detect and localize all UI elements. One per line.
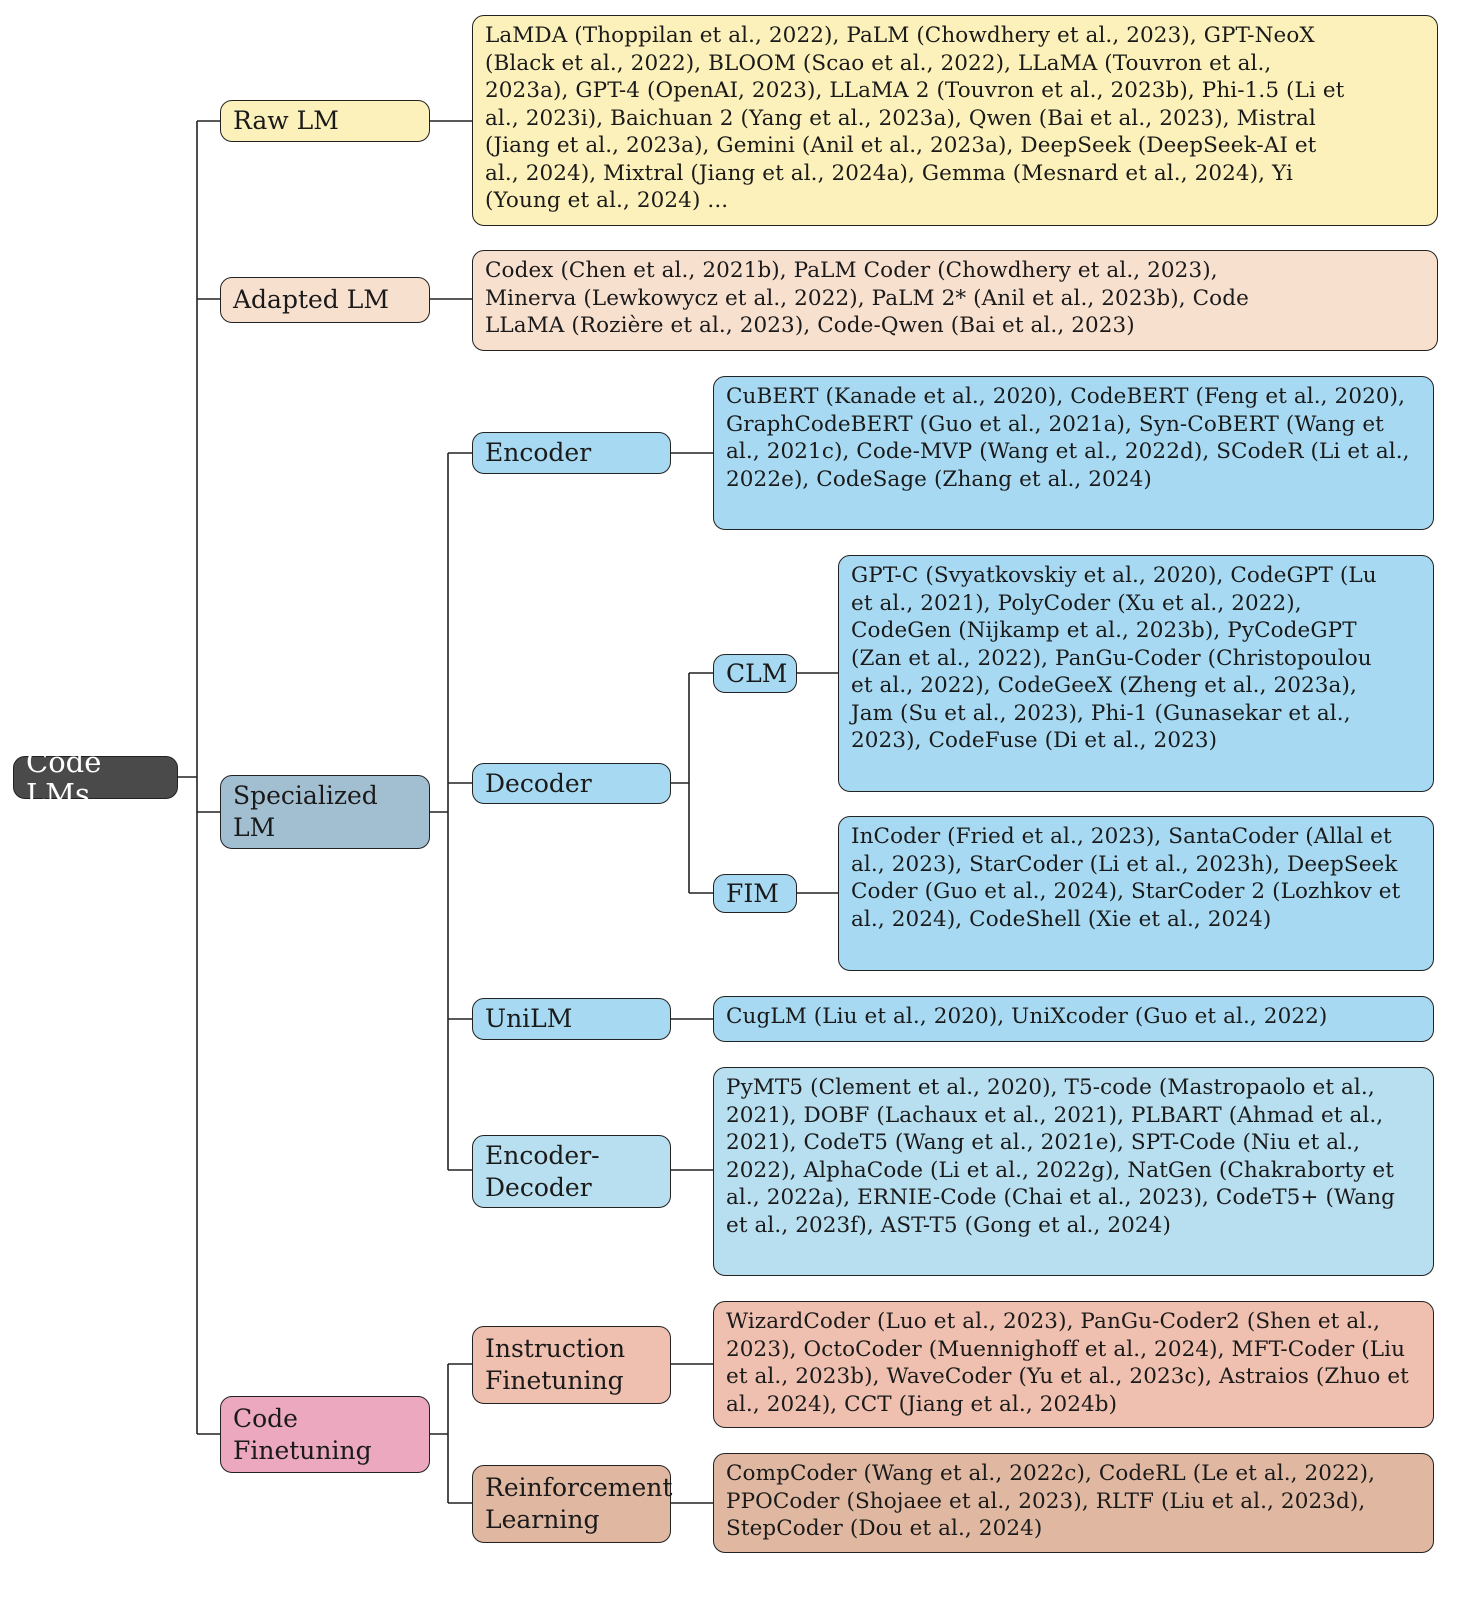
node-adapted-lm: Adapted LM [220, 277, 430, 323]
node-clm: CLM [713, 654, 797, 693]
leaf-adapted-lm-models: Codex (Chen et al., 2021b), PaLM Coder (… [472, 250, 1438, 351]
raw-lm-models-text: LaMDA (Thoppilan et al., 2022), PaLM (Ch… [485, 23, 1345, 213]
node-specialized-lm: Specialized LM [220, 775, 430, 849]
unilm-models-text: CugLM (Liu et al., 2020), UniXcoder (Guo… [726, 1004, 1328, 1029]
node-reinforcement-learning: Reinforcement Learning [472, 1465, 673, 1543]
node-decoder: Decoder [472, 763, 671, 804]
encoder-label: Encoder [485, 438, 592, 467]
leaf-fim-models: InCoder (Fried et al., 2023), SantaCoder… [838, 816, 1434, 971]
fim-label: FIM [726, 878, 779, 908]
node-encoder: Encoder [472, 432, 671, 474]
decoder-label: Decoder [485, 768, 592, 798]
encoder-decoder-models-text: PyMT5 (Clement et al., 2020), T5-code (M… [726, 1075, 1396, 1238]
leaf-reinforcement-learning-models: CompCoder (Wang et al., 2022c), CodeRL (… [713, 1453, 1434, 1553]
node-raw-lm: Raw LM [220, 100, 430, 142]
leaf-encoder-decoder-models: PyMT5 (Clement et al., 2020), T5-code (M… [713, 1067, 1434, 1276]
instruction-finetuning-label: Instruction Finetuning [485, 1334, 626, 1395]
leaf-raw-lm-models: LaMDA (Thoppilan et al., 2022), PaLM (Ch… [472, 15, 1438, 226]
leaf-instruction-finetuning-models: WizardCoder (Luo et al., 2023), PanGu-Co… [713, 1301, 1434, 1428]
clm-label: CLM [726, 658, 788, 688]
raw-lm-label: Raw LM [233, 106, 339, 135]
node-encoder-decoder: Encoder-Decoder [472, 1135, 671, 1208]
node-instruction-finetuning: Instruction Finetuning [472, 1326, 671, 1404]
unilm-label: UniLM [485, 1004, 573, 1033]
instruction-finetuning-models-text: WizardCoder (Luo et al., 2023), PanGu-Co… [726, 1309, 1409, 1417]
node-unilm: UniLM [472, 998, 671, 1040]
root-label: Code LMs [26, 744, 102, 811]
adapted-lm-models-text: Codex (Chen et al., 2021b), PaLM Coder (… [485, 258, 1249, 338]
specialized-lm-label: Specialized LM [233, 781, 378, 842]
adapted-lm-label: Adapted LM [233, 285, 389, 314]
reinforcement-learning-models-text: CompCoder (Wang et al., 2022c), CodeRL (… [726, 1461, 1376, 1541]
node-fim: FIM [713, 874, 797, 913]
leaf-encoder-models: CuBERT (Kanade et al., 2020), CodeBERT (… [713, 376, 1434, 530]
encoder-models-text: CuBERT (Kanade et al., 2020), CodeBERT (… [726, 384, 1410, 492]
clm-models-text: GPT-C (Svyatkovskiy et al., 2020), CodeG… [851, 563, 1377, 753]
fim-models-text: InCoder (Fried et al., 2023), SantaCoder… [851, 824, 1401, 932]
node-code-finetuning: Code Finetuning [220, 1396, 430, 1473]
root-node-code-lms: Code LMs [13, 746, 178, 810]
leaf-clm-models: GPT-C (Svyatkovskiy et al., 2020), CodeG… [838, 555, 1434, 792]
encoder-decoder-label: Encoder-Decoder [485, 1140, 600, 1202]
reinforcement-learning-label: Reinforcement Learning [485, 1473, 673, 1534]
code-finetuning-label: Code Finetuning [233, 1403, 372, 1465]
leaf-unilm-models: CugLM (Liu et al., 2020), UniXcoder (Guo… [713, 996, 1434, 1042]
